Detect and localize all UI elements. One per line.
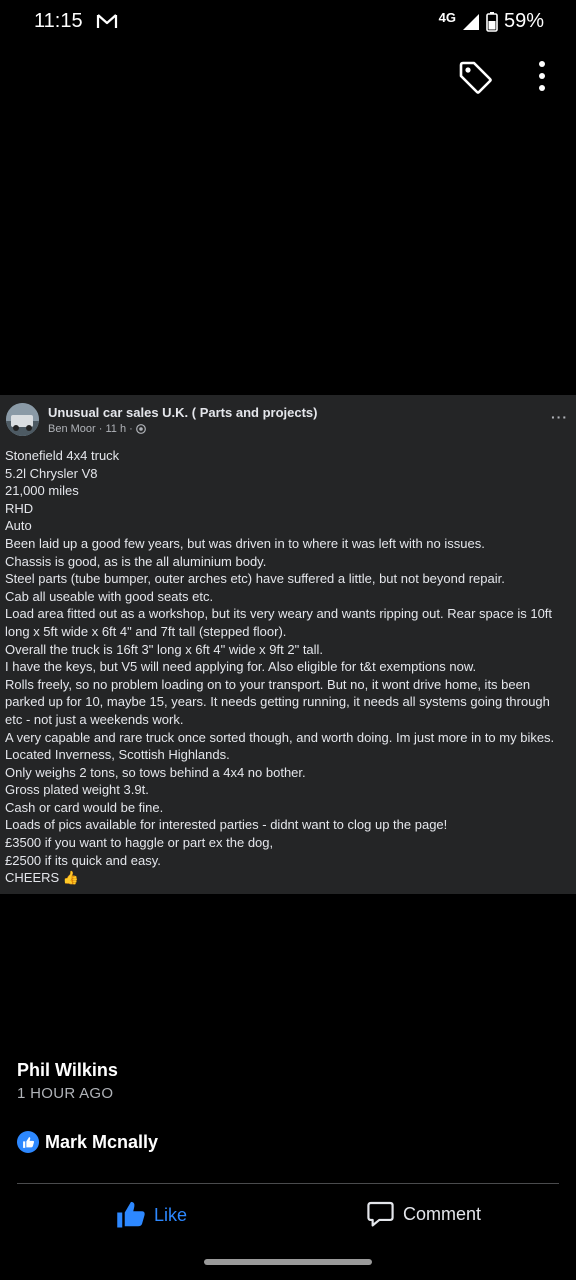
liker-name: Mark Mcnally: [45, 1131, 159, 1152]
post-line: 21,000 miles: [5, 483, 79, 499]
like-button[interactable]: Like: [116, 1200, 187, 1230]
gmail-icon: [96, 14, 118, 28]
post-line: £3500 if you want to haggle or part ex t…: [5, 835, 274, 851]
post-line: CHEERS 👍: [5, 870, 79, 886]
post-line: RHD: [5, 500, 34, 516]
post-line: Loads of pics available for interested p…: [5, 817, 448, 833]
post-meta: Ben Moor · 11 h ·: [48, 423, 146, 435]
group-avatar: [6, 403, 39, 436]
thumbs-up-icon: [117, 1201, 145, 1228]
status-indicators: 4G 59%: [439, 10, 544, 33]
post-line: Chassis is good, as is the all aluminium…: [5, 553, 267, 569]
like-badge-icon: [17, 1131, 39, 1153]
comment-time: 1 HOUR AGO: [17, 1085, 114, 1102]
post-author-time: Ben Moor · 11 h ·: [48, 423, 133, 435]
post-body: Stonefield 4x4 truck 5.2l Chrysler V8 21…: [5, 447, 573, 887]
signal-icon: [462, 13, 479, 30]
post-line: parked up for 10, maybe 15, years. It ne…: [5, 694, 550, 710]
like-label: Like: [154, 1204, 188, 1225]
post-line: A very capable and rare truck once sorte…: [5, 729, 555, 745]
post-line: Overall the truck is 16ft 3" long x 6ft …: [5, 641, 324, 657]
post-line: Been laid up a good few years, but was d…: [5, 535, 485, 551]
post-line: Only weighs 2 tons, so tows behind a 4x4…: [5, 764, 306, 780]
battery-icon: [486, 11, 498, 32]
post-screenshot[interactable]: Unusual car sales U.K. ( Parts and proje…: [0, 395, 576, 894]
post-line: etc - not just a weekends work.: [5, 711, 184, 727]
post-line: Cab all useable with good seats etc.: [5, 588, 214, 604]
comment-label: Comment: [403, 1204, 482, 1224]
post-line: 5.2l Chrysler V8: [5, 465, 98, 481]
post-line: Load area fitted out as a workshop, but …: [5, 606, 553, 622]
comment-bubble-icon: [367, 1201, 394, 1227]
post-line: Steel parts (tube bumper, outer arches e…: [5, 571, 505, 587]
comment-button[interactable]: Comment: [366, 1200, 481, 1229]
post-line: I have the keys, but V5 will need applyi…: [5, 659, 477, 675]
post-line: Located Inverness, Scottish Highlands.: [5, 747, 230, 763]
more-vertical-icon[interactable]: [530, 58, 554, 96]
post-line: Gross plated weight 3.9t.: [5, 782, 149, 798]
globe-icon: [135, 424, 146, 434]
post-line: Cash or card would be fine.: [5, 799, 164, 815]
divider: [17, 1183, 559, 1184]
status-bar: 11:15 4G 59%: [0, 0, 576, 44]
comment-author[interactable]: Phil Wilkins: [17, 1060, 118, 1081]
post-line: long x 5ft wide x 6ft 4" and 7ft tall (s…: [5, 623, 287, 639]
home-indicator[interactable]: [204, 1259, 372, 1265]
network-type: 4G: [438, 10, 456, 25]
post-line: £2500 if its quick and easy.: [5, 852, 161, 868]
battery-percent: 59%: [503, 10, 544, 32]
post-line: Rolls freely, so no problem loading on t…: [5, 676, 531, 692]
post-line: Stonefield 4x4 truck: [5, 448, 120, 463]
liked-by-row[interactable]: Mark Mcnally: [17, 1131, 158, 1153]
group-name: Unusual car sales U.K. ( Parts and proje…: [48, 405, 318, 420]
post-more-icon: ···: [551, 409, 568, 425]
post-line: Auto: [5, 518, 32, 534]
tag-icon[interactable]: [456, 58, 494, 96]
status-time: 11:15: [34, 10, 83, 32]
